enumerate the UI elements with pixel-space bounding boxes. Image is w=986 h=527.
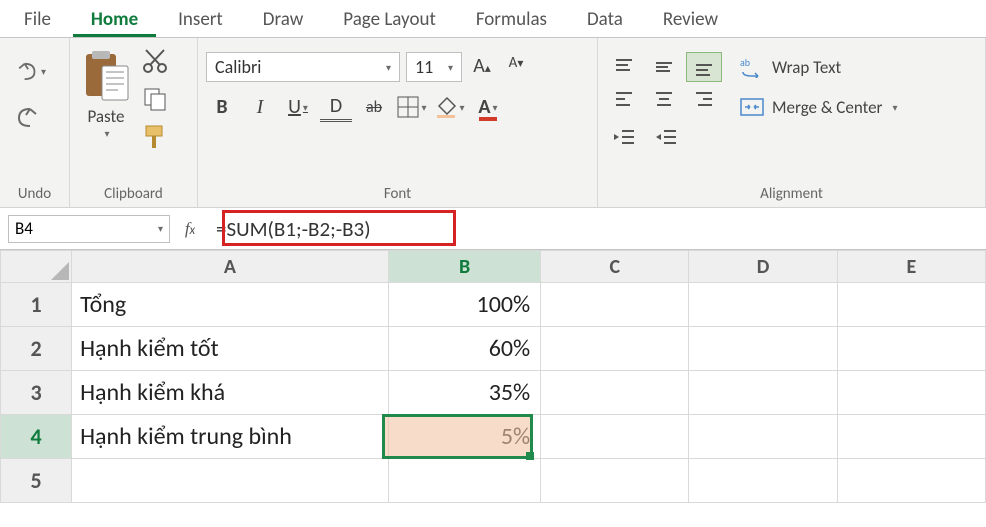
cell[interactable] bbox=[689, 327, 837, 371]
copy-button[interactable] bbox=[140, 84, 170, 114]
clipboard-group-label: Clipboard bbox=[78, 183, 189, 207]
font-size-combo[interactable]: 11▾ bbox=[406, 52, 462, 82]
cell[interactable]: 35% bbox=[388, 371, 540, 415]
tab-data[interactable]: Data bbox=[569, 1, 641, 37]
font-group-label: Font bbox=[206, 183, 589, 207]
tab-insert[interactable]: Insert bbox=[160, 1, 241, 37]
cell[interactable] bbox=[837, 283, 985, 327]
cell[interactable] bbox=[837, 371, 985, 415]
formula-bar: B4▾ fx =SUM(B1;-B2;-B3) bbox=[0, 208, 986, 250]
grow-font-button[interactable]: A▴ bbox=[468, 54, 496, 80]
cell[interactable]: Hạnh kiểm tốt bbox=[72, 327, 389, 371]
decrease-indent-button[interactable] bbox=[606, 124, 642, 150]
cell[interactable]: 100% bbox=[388, 283, 540, 327]
fill-color-button[interactable]: ▾ bbox=[434, 92, 466, 122]
cell[interactable]: 5% bbox=[388, 415, 540, 459]
double-underline-button[interactable]: D bbox=[320, 92, 352, 122]
fx-icon[interactable]: fx bbox=[170, 219, 210, 239]
name-box[interactable]: B4▾ bbox=[8, 215, 170, 243]
redo-button[interactable] bbox=[12, 100, 46, 134]
cell[interactable]: Tổng bbox=[72, 283, 389, 327]
cell[interactable]: 60% bbox=[388, 327, 540, 371]
cell[interactable] bbox=[388, 459, 540, 503]
tab-draw[interactable]: Draw bbox=[245, 1, 321, 37]
align-middle-button[interactable] bbox=[646, 52, 682, 82]
merge-center-button[interactable]: Merge & Center ▾ bbox=[740, 92, 898, 122]
ribbon-tabs: File Home Insert Draw Page Layout Formul… bbox=[0, 0, 986, 38]
tab-review[interactable]: Review bbox=[645, 1, 736, 37]
select-all-corner[interactable] bbox=[1, 251, 72, 283]
cell[interactable] bbox=[837, 459, 985, 503]
tab-page-layout[interactable]: Page Layout bbox=[325, 1, 454, 37]
col-header-C[interactable]: C bbox=[541, 251, 689, 283]
cell[interactable] bbox=[72, 459, 389, 503]
cell[interactable] bbox=[837, 415, 985, 459]
increase-indent-button[interactable] bbox=[648, 124, 684, 150]
cell[interactable]: Hạnh kiểm trung bình bbox=[72, 415, 389, 459]
svg-text:ab: ab bbox=[740, 56, 750, 69]
clipboard-icon bbox=[78, 48, 134, 104]
col-header-E[interactable]: E bbox=[837, 251, 985, 283]
col-header-A[interactable]: A bbox=[72, 251, 389, 283]
align-top-button[interactable] bbox=[606, 52, 642, 82]
worksheet-grid[interactable]: A B C D E 1Tổng100% 2Hạnh kiểm tốt60% 3H… bbox=[0, 250, 986, 503]
col-header-D[interactable]: D bbox=[689, 251, 837, 283]
cell[interactable] bbox=[541, 371, 689, 415]
undo-button[interactable]: ▾ bbox=[12, 54, 46, 88]
font-color-button[interactable]: A ▾ bbox=[472, 92, 504, 122]
cell[interactable] bbox=[837, 327, 985, 371]
wrap-text-icon: ab bbox=[740, 56, 764, 78]
wrap-text-button[interactable]: ab Wrap Text bbox=[740, 52, 898, 82]
cell[interactable] bbox=[541, 415, 689, 459]
align-bottom-button[interactable] bbox=[686, 52, 722, 82]
cell[interactable] bbox=[689, 371, 837, 415]
merge-icon bbox=[740, 96, 764, 118]
cell[interactable] bbox=[689, 283, 837, 327]
italic-button[interactable]: I bbox=[244, 92, 276, 122]
undo-group-label: Undo bbox=[8, 183, 61, 207]
cell[interactable] bbox=[689, 459, 837, 503]
cell[interactable] bbox=[541, 327, 689, 371]
row-header[interactable]: 4 bbox=[1, 415, 72, 459]
chevron-down-icon: ▾ bbox=[41, 65, 46, 78]
format-painter-button[interactable] bbox=[140, 122, 170, 152]
tab-home[interactable]: Home bbox=[73, 1, 156, 37]
alignment-group-label: Alignment bbox=[606, 183, 977, 207]
cut-button[interactable] bbox=[140, 46, 170, 76]
align-left-button[interactable] bbox=[606, 84, 642, 114]
borders-button[interactable]: ▾ bbox=[396, 92, 428, 122]
shrink-font-button[interactable]: A▾ bbox=[502, 54, 530, 80]
cell[interactable] bbox=[541, 459, 689, 503]
paste-button[interactable]: Paste ▾ bbox=[78, 44, 134, 140]
col-header-B[interactable]: B bbox=[388, 251, 540, 283]
ribbon: ▾ Undo Paste ▾ bbox=[0, 38, 986, 208]
row-header[interactable]: 3 bbox=[1, 371, 72, 415]
row-header[interactable]: 5 bbox=[1, 459, 72, 503]
cell[interactable] bbox=[541, 283, 689, 327]
underline-button[interactable]: U▾ bbox=[282, 92, 314, 122]
row-header[interactable]: 2 bbox=[1, 327, 72, 371]
tab-file[interactable]: File bbox=[6, 1, 69, 37]
cell[interactable] bbox=[689, 415, 837, 459]
chevron-down-icon: ▾ bbox=[104, 127, 109, 140]
font-name-combo[interactable]: Calibri▾ bbox=[206, 52, 400, 82]
row-header[interactable]: 1 bbox=[1, 283, 72, 327]
align-center-button[interactable] bbox=[646, 84, 682, 114]
bold-button[interactable]: B bbox=[206, 92, 238, 122]
formula-input[interactable]: =SUM(B1;-B2;-B3) bbox=[210, 214, 986, 244]
tab-formulas[interactable]: Formulas bbox=[458, 1, 565, 37]
cell[interactable]: Hạnh kiểm khá bbox=[72, 371, 389, 415]
align-right-button[interactable] bbox=[686, 84, 722, 114]
strikethrough-button[interactable]: ab bbox=[358, 92, 390, 122]
